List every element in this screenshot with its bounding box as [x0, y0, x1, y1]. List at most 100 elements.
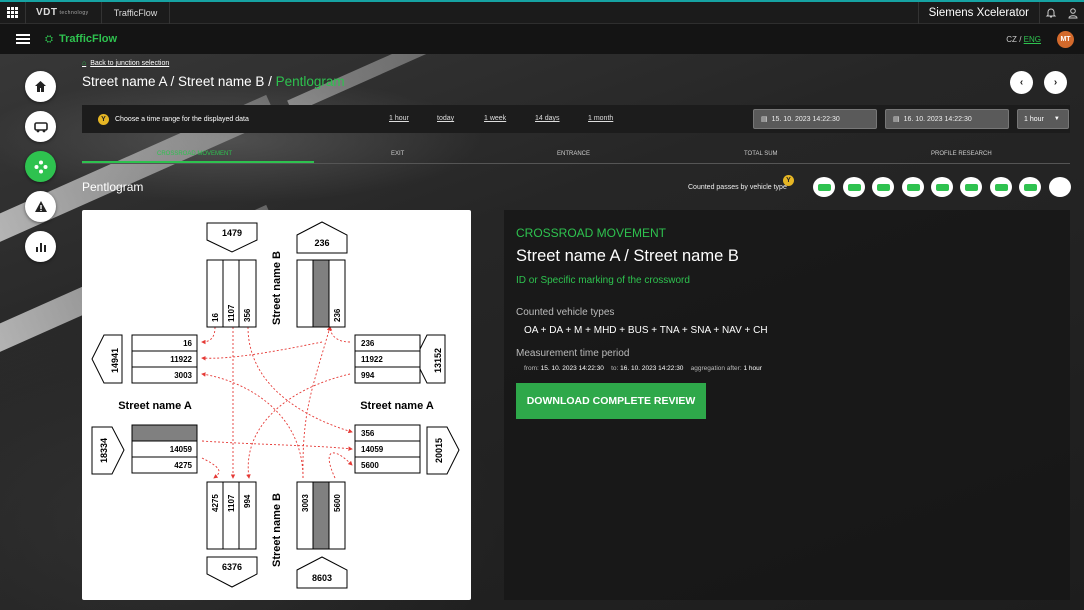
east-exit-value: 14059	[361, 445, 384, 454]
vehicle-filter-other[interactable]	[1049, 177, 1071, 197]
avatar[interactable]: MT	[1057, 30, 1074, 48]
range-today[interactable]: today	[437, 115, 454, 122]
sidebar-junction[interactable]	[25, 151, 56, 182]
west-exit-total: 14941	[110, 348, 120, 373]
tab-total-sum[interactable]: TOTAL SUM	[744, 151, 778, 157]
period-range: from: 15. 10. 2023 14:22:30 to: 16. 10. …	[524, 365, 762, 372]
north-exit-total: 236	[314, 238, 329, 248]
south-exit-arrow: 6376	[206, 556, 258, 588]
vehicle-filter-bus[interactable]	[931, 177, 953, 197]
vehicle-filter-truck[interactable]	[960, 177, 982, 197]
range-14-days[interactable]: 14 days	[535, 115, 560, 122]
nav-bar: ⛭ TrafficFlow CZ / ENG MT	[0, 24, 1084, 54]
flow-lines	[201, 326, 353, 479]
range-1-week[interactable]: 1 week	[484, 115, 506, 122]
north-entry-arrow: 1479	[206, 222, 258, 253]
info-title: Street name A / Street name B	[516, 247, 739, 265]
next-button[interactable]: ›	[1044, 71, 1067, 94]
east-exit-total: 20015	[434, 438, 444, 463]
tab-profile-research[interactable]: PROFILE RESEARCH	[931, 151, 992, 157]
west-exit-value: 11922	[170, 355, 192, 364]
north-exit-value: 236	[333, 308, 342, 322]
west-entry-value: 14059	[170, 445, 193, 454]
vehicle-filter-motorbike[interactable]	[872, 177, 894, 197]
east-entry-total: 13152	[433, 348, 443, 373]
tab-exit[interactable]: EXIT	[391, 151, 404, 157]
from-value: 15. 10. 2023 14:22:30	[540, 365, 604, 372]
street-b-label: Street name B	[271, 251, 283, 325]
active-tab-underline	[82, 161, 314, 163]
info-panel: CROSSROAD MOVEMENT Street name A / Stree…	[504, 210, 1070, 600]
bell-icon[interactable]	[1040, 2, 1062, 24]
north-lanes: 16 1107 356 236 Street name B	[206, 251, 346, 328]
date-to-input[interactable]: ▤ 16. 10. 2023 14:22:30	[885, 109, 1009, 129]
south-exit-value: 4275	[211, 494, 220, 512]
west-exit-value: 16	[183, 339, 192, 348]
vehicle-types: OA + DA + M + MHD + BUS + TNA + SNA + NA…	[524, 325, 768, 336]
tab-crossroad-movement[interactable]: CROSSROAD MOVEMENT	[157, 151, 232, 157]
flow-e-n	[327, 326, 351, 343]
lang-cz[interactable]: CZ	[1006, 35, 1017, 44]
back-link[interactable]: ⌂ Back to junction selection	[82, 60, 169, 67]
vehicle-filter-trailer[interactable]	[1019, 177, 1041, 197]
sidebar-statistics[interactable]	[25, 231, 56, 262]
app-grid-icon[interactable]	[0, 1, 26, 24]
vehicle-filter-tram[interactable]	[902, 177, 924, 197]
breadcrumb: Street name A / Street name B / Pentlogr…	[82, 74, 345, 89]
east-entry-table: 236 11922 994	[354, 334, 421, 384]
brand-logo: VDT technology	[26, 1, 102, 24]
flow-e-w	[201, 341, 323, 361]
south-entry-value: 5600	[333, 494, 342, 512]
east-exit-arrow: 20015	[426, 426, 460, 475]
flow-s-n	[302, 326, 332, 479]
warning-icon	[34, 201, 47, 212]
prev-button[interactable]: ‹	[1010, 71, 1033, 94]
user-icon[interactable]	[1062, 2, 1084, 24]
tab-entrance[interactable]: ENTRANCE	[557, 151, 590, 157]
east-exit-value: 5600	[361, 461, 379, 470]
time-range-panel: Y Choose a time range for the displayed …	[82, 105, 1070, 133]
sidebar-vehicles[interactable]	[25, 111, 56, 142]
sidebar-home[interactable]	[25, 71, 56, 102]
chevron-right-icon: ›	[1053, 77, 1058, 88]
north-entry-total: 1479	[222, 228, 242, 238]
aggregation-select[interactable]: 1 hour ▼	[1017, 109, 1069, 129]
flow-w-s	[201, 457, 220, 479]
street-a-label-east: Street name A	[360, 400, 434, 412]
flow-s-e	[328, 452, 353, 479]
aggregation-label: aggregation after:	[690, 365, 742, 372]
tab-bar: CROSSROAD MOVEMENT EXIT ENTRANCE TOTAL S…	[82, 148, 1070, 164]
platform-name: Siemens Xcelerator	[917, 1, 1040, 24]
trailer-icon	[1023, 183, 1037, 191]
range-1-month[interactable]: 1 month	[588, 115, 613, 122]
vehicle-filter-car[interactable]	[813, 177, 835, 197]
menu-icon[interactable]	[16, 34, 30, 44]
calendar-icon: ▤	[893, 116, 900, 123]
aggregation-value: 1 hour	[1024, 115, 1044, 123]
to-label: to:	[611, 365, 619, 372]
sidebar-warnings[interactable]	[25, 191, 56, 222]
time-range-hint: Choose a time range for the displayed da…	[115, 115, 249, 123]
range-1-hour[interactable]: 1 hour	[389, 115, 409, 122]
breadcrumb-current: Pentlogram	[275, 74, 345, 89]
west-entry-arrow: 18334	[91, 426, 125, 475]
lang-separator: /	[1019, 34, 1022, 44]
lang-eng[interactable]: ENG	[1024, 35, 1041, 44]
bus-icon	[935, 183, 949, 191]
download-button[interactable]: DOWNLOAD COMPLETE REVIEW	[516, 383, 706, 419]
car-icon	[817, 183, 831, 191]
south-exit-value: 994	[243, 494, 252, 508]
lorry-icon	[994, 183, 1008, 191]
north-lane-value: 1107	[227, 304, 236, 322]
app-title: TrafficFlow	[59, 33, 118, 45]
aggregation-value: 1 hour	[743, 365, 762, 372]
flow-n-e	[247, 326, 353, 434]
app-tab[interactable]: TrafficFlow	[102, 1, 171, 24]
south-lanes: 4275 1107 994 3003 5600 Street name B	[206, 481, 346, 567]
west-exit-arrow: 14941	[91, 334, 123, 384]
date-from-input[interactable]: ▤ 15. 10. 2023 14:22:30	[753, 109, 877, 129]
vehicle-filter-lorry[interactable]	[990, 177, 1012, 197]
top-bar: VDT technology TrafficFlow Siemens Xceler…	[0, 0, 1084, 24]
vehicle-filter-van[interactable]	[843, 177, 865, 197]
period-label: Measurement time period	[516, 348, 630, 359]
